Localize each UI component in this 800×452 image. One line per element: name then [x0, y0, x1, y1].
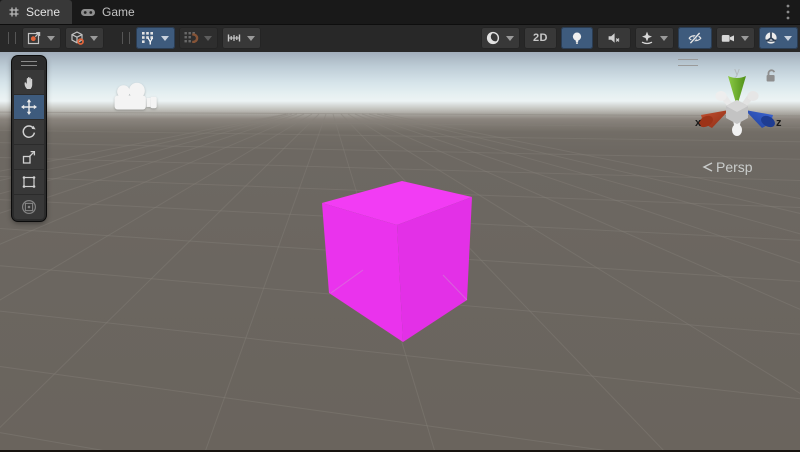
grid-visibility-button[interactable]: Y [136, 27, 175, 49]
projection-toggle[interactable]: Persp [702, 159, 753, 175]
scene-toolbar: Y [0, 25, 800, 53]
draw-mode-button[interactable] [481, 27, 520, 49]
scene-visibility-button[interactable] [678, 27, 712, 49]
hand-tool-button[interactable] [14, 70, 44, 94]
tools-overlay [12, 56, 46, 221]
rect-tool-button[interactable] [14, 170, 44, 194]
scene-viewport[interactable]: y x z Persp [0, 52, 800, 452]
effects-star-icon [638, 29, 656, 47]
chevron-down-icon [247, 36, 255, 41]
rect-icon [20, 173, 38, 191]
camera-settings-button[interactable] [716, 27, 755, 49]
move-icon [20, 98, 38, 116]
transform-tool-button[interactable] [14, 195, 44, 219]
scene-lighting-button[interactable] [561, 27, 593, 49]
cube-object[interactable] [322, 181, 472, 342]
2d-mode-button[interactable]: 2D [524, 27, 557, 49]
chevron-down-icon [784, 36, 792, 41]
chevron-left-icon [702, 161, 713, 173]
orientation-gizmo[interactable]: y x z [688, 66, 788, 146]
toolbar-drag-handle[interactable] [122, 32, 130, 44]
axis-z-label: z [776, 117, 782, 129]
toolbar-drag-handle[interactable] [8, 32, 16, 44]
increment-snap-button[interactable] [222, 27, 261, 49]
chevron-down-icon [90, 36, 98, 41]
chevron-down-icon [741, 36, 749, 41]
2d-mode-label: 2D [527, 32, 554, 44]
pane-menu-icon[interactable] [784, 3, 792, 21]
local-global-cube-icon [68, 29, 86, 47]
gizmo-overlay-drag-handle[interactable] [678, 59, 698, 66]
chevron-down-icon [161, 36, 169, 41]
scene-camera-gizmo[interactable] [112, 82, 158, 114]
scale-tool-button[interactable] [14, 145, 44, 169]
camera-icon [719, 29, 737, 47]
scale-icon [20, 148, 38, 166]
transform-icon [20, 198, 38, 216]
tool-handle-position-button[interactable] [22, 27, 61, 49]
axis-y-cone[interactable] [728, 76, 746, 103]
scene-grid-icon [8, 6, 20, 18]
eye-slash-icon [686, 29, 704, 47]
chevron-down-icon [660, 36, 668, 41]
grid-snapping-button[interactable] [179, 27, 218, 49]
axis-y-label: y [734, 66, 740, 78]
grid-y-icon: Y [139, 29, 157, 47]
chevron-down-icon [204, 36, 212, 41]
move-tool-button[interactable] [14, 95, 44, 119]
tab-game[interactable]: Game [72, 0, 147, 24]
tab-bar: Scene Game [0, 0, 800, 25]
pivot-icon [25, 29, 43, 47]
rotate-tool-button[interactable] [14, 120, 44, 144]
grid-axis-label: Y [147, 37, 153, 46]
effects-visibility-button[interactable] [635, 27, 674, 49]
gizmo-sphere-icon [762, 29, 780, 47]
chevron-down-icon [506, 36, 514, 41]
gizmos-button[interactable] [759, 27, 798, 49]
overlay-drag-handle[interactable] [21, 61, 37, 66]
unity-scene-view-window: Scene Game [0, 0, 800, 452]
axis-x-label: x [695, 117, 702, 129]
shaded-sphere-icon [484, 29, 502, 47]
tab-game-label: Game [102, 5, 135, 19]
gamepad-icon [80, 6, 96, 18]
cube-left-face [322, 203, 403, 342]
projection-label: Persp [716, 159, 753, 175]
light-bulb-icon [568, 29, 586, 47]
tab-scene[interactable]: Scene [0, 0, 72, 24]
snap-magnet-icon [182, 29, 200, 47]
audio-toggle-button[interactable] [597, 27, 631, 49]
tool-handle-rotation-button[interactable] [65, 27, 104, 49]
hand-icon [21, 74, 38, 91]
chevron-down-icon [47, 36, 55, 41]
tab-scene-label: Scene [26, 5, 60, 19]
speaker-muted-icon [605, 29, 623, 47]
increment-snap-icon [225, 29, 243, 47]
rotate-icon [20, 123, 38, 141]
